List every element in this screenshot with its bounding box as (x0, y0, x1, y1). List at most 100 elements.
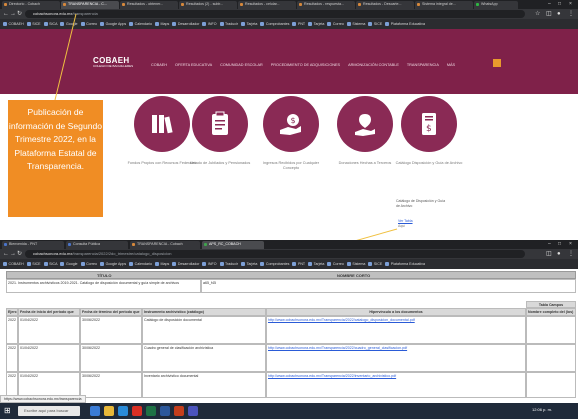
taskbar-clock[interactable]: 12:06 p. m. (532, 407, 552, 412)
url-field[interactable]: cobachsonora.edu.mx/transparencia/2022/2… (25, 250, 525, 258)
close-icon[interactable]: × (569, 241, 572, 247)
col-header: Instrumento archivístico (catálogo) (142, 308, 266, 316)
bookmark-item[interactable]: COBAEH (3, 259, 24, 269)
bookmark-item[interactable]: Maps (155, 259, 169, 269)
word-icon[interactable] (160, 406, 170, 416)
tab-label: Consulta Pública (73, 242, 100, 246)
col-header: Fecha de término del periodo que se info… (80, 308, 142, 316)
browser-tab[interactable]: Bienvenida - PNT (2, 241, 64, 249)
status-url-tooltip: https://www.cobachsonora.edu.mx/transpar… (0, 395, 86, 403)
browser-tab-active[interactable]: APS_RC_COBACH (202, 241, 264, 249)
bookmark-label: Google (65, 262, 78, 266)
bookmark-label: COBAEH (8, 262, 24, 266)
bookmark-item[interactable]: Traducir (219, 259, 238, 269)
bookmark-favicon-icon (3, 261, 7, 266)
excel-icon[interactable] (146, 406, 156, 416)
bookmark-item[interactable]: Calendario (129, 259, 152, 269)
tab-favicon-icon (4, 243, 7, 246)
bookmark-item[interactable]: PNT (292, 259, 305, 269)
bookmark-label: Comprobantes (265, 262, 290, 266)
tab-label: TRANSPARENCIA - Cobach (137, 242, 183, 246)
bookmark-item[interactable]: Comprobantes (260, 259, 289, 269)
tab-label: Bienvenida - PNT (9, 242, 38, 246)
tab-favicon-icon (204, 243, 207, 246)
forward-icon[interactable]: → (10, 250, 16, 258)
bookmark-item[interactable]: Google Apps (100, 259, 126, 269)
bookmark-item[interactable]: Desarrollador (172, 259, 199, 269)
table-cell (526, 372, 576, 398)
col-header: Fecha de inicio del periodo que se infor… (18, 308, 80, 316)
col-header: Hipervínculo a los documentos (266, 308, 526, 316)
bookmark-item[interactable]: Correo (80, 259, 98, 269)
table-cell: Catálogo de disposición documental (142, 316, 266, 344)
bookmark-favicon-icon (219, 261, 224, 266)
table-cell: 30/06/2022 (80, 344, 142, 372)
table-cell: 2022 (6, 316, 18, 344)
bookmark-label: SICA (49, 262, 58, 266)
bookmark-label: SICE (32, 262, 41, 266)
bookmark-item[interactable]: Tarjeta (308, 259, 324, 269)
col-header: Nombre completo del (los) s... (526, 308, 576, 316)
document-link[interactable]: http://www.cobachsonora.edu.mx/Transpare… (266, 372, 526, 398)
teams-icon[interactable] (188, 406, 198, 416)
bookmark-item[interactable]: Sistema (346, 259, 366, 269)
bookmarks-bar: COBAEH SICE SICA Google Correo Google Apps Cal… (0, 259, 578, 269)
browser-tab[interactable]: TRANSPARENCIA - Cobach (130, 241, 200, 249)
back-icon[interactable]: ← (3, 250, 9, 258)
table-title-bar: TÍTULO NOMBRE CORTO (6, 271, 576, 279)
bookmark-label: Tarjeta (313, 262, 325, 266)
url-host: cobachsonora.edu.mx (33, 251, 73, 256)
bookmark-item[interactable]: Google (60, 259, 78, 269)
bookmark-label: Google Apps (105, 262, 127, 266)
bookmark-label: Correo (86, 262, 98, 266)
table-cell: 01/04/2022 (18, 316, 80, 344)
bookmark-item[interactable]: SICE (26, 259, 41, 269)
bookmark-favicon-icon (129, 261, 134, 266)
document-link[interactable]: http://www.cobachsonora.edu.mx/Transpare… (266, 344, 526, 372)
table-cell: Inventario archivístico documental (142, 372, 266, 398)
table-cell (526, 316, 576, 344)
bookmark-label: Sistema (352, 262, 366, 266)
start-icon[interactable]: ⊞ (4, 406, 11, 415)
table-cell: 30/06/2022 (80, 372, 142, 398)
tab-label: APS_RC_COBACH (209, 242, 241, 246)
bookmark-item[interactable]: SICA (43, 259, 58, 269)
lower-address-bar-row: ← → ↻ cobachsonora.edu.mx/transparencia/… (0, 249, 578, 259)
bookmark-favicon-icon (80, 261, 85, 266)
callout-box: Publicación de información de Segundo Tr… (8, 100, 103, 217)
tab-favicon-icon (132, 243, 135, 246)
bookmark-item[interactable]: Plataforma Educativa (385, 259, 425, 269)
bookmark-label: SICE (373, 262, 383, 266)
title-header: TÍTULO (97, 273, 112, 278)
bookmark-label: Correo (332, 262, 344, 266)
table-cell: 01/04/2022 (18, 344, 80, 372)
profile-icon[interactable]: ● (557, 250, 561, 258)
taskbar-search[interactable]: Escribe aquí para buscar (18, 406, 80, 416)
bookmark-item[interactable]: Tarjeta (241, 259, 257, 269)
bookmark-item[interactable]: Correo (327, 259, 344, 269)
short-name-value: a65_f45 (203, 281, 216, 285)
table-cell: 2022 (6, 344, 18, 372)
lower-tab-bar: Bienvenida - PNT Consulta Pública TRANSP… (0, 240, 578, 249)
bookmark-favicon-icon (292, 261, 297, 266)
minimize-icon[interactable]: – (548, 241, 551, 247)
bookmark-label: PNT (297, 262, 306, 266)
menu-icon[interactable]: ⋮ (568, 250, 574, 258)
windows-taskbar: ⊞ Escribe aquí para buscar 12:06 p. m. (0, 403, 578, 419)
short-name-header: NOMBRE CORTO (337, 273, 371, 278)
task-view-icon[interactable] (90, 406, 100, 416)
file-explorer-icon[interactable] (104, 406, 114, 416)
col-header: Ejercicio (6, 308, 18, 316)
browser-tab[interactable]: Consulta Pública (66, 241, 128, 249)
bookmark-favicon-icon (60, 261, 65, 266)
chrome-icon[interactable] (132, 406, 142, 416)
bookmark-item[interactable]: INFO (202, 259, 217, 269)
powerpoint-icon[interactable] (174, 406, 184, 416)
reload-icon[interactable]: ↻ (17, 250, 22, 258)
bookmark-item[interactable]: SICE (368, 259, 382, 269)
document-link[interactable]: http://www.cobachsonora.edu.mx/Transpare… (266, 316, 526, 344)
edge-icon[interactable] (118, 406, 128, 416)
maximize-icon[interactable]: □ (558, 241, 561, 247)
extensions-icon[interactable]: ◫ (546, 250, 552, 258)
bookmark-favicon-icon (346, 261, 351, 266)
